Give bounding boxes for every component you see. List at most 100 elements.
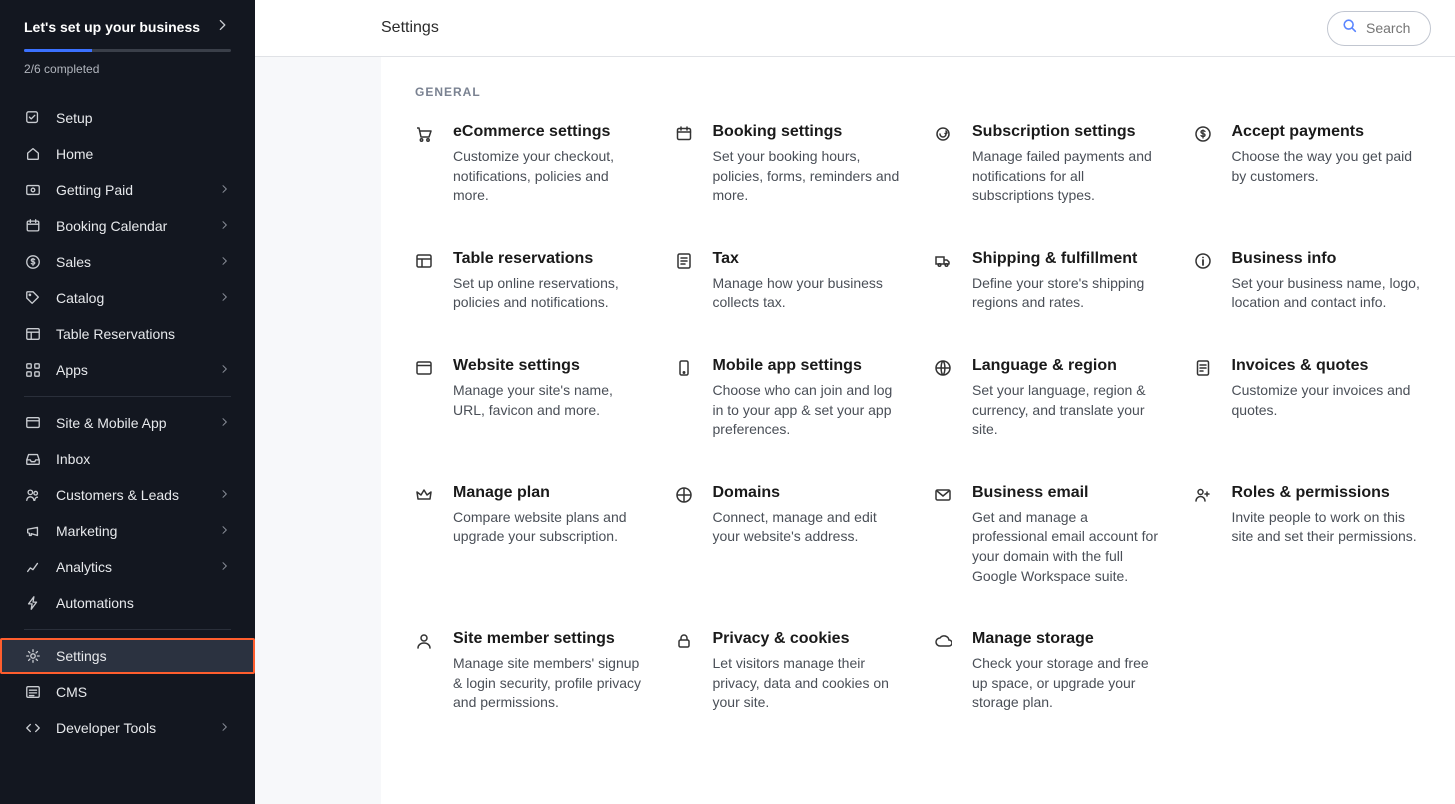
settings-card-privacy-cookies[interactable]: Privacy & cookies Let visitors manage th… bbox=[675, 630, 907, 713]
table-icon bbox=[24, 325, 42, 343]
search-icon bbox=[1342, 18, 1358, 39]
sidebar-item-getting-paid[interactable]: Getting Paid bbox=[0, 172, 255, 208]
chevron-right-icon bbox=[219, 255, 231, 270]
cloud-icon bbox=[934, 632, 954, 652]
card-description: Manage your site's name, URL, favicon an… bbox=[453, 381, 647, 420]
settings-card-website-settings[interactable]: Website settings Manage your site's name… bbox=[415, 357, 647, 440]
chevron-right-icon bbox=[219, 183, 231, 198]
card-title: Subscription settings bbox=[972, 123, 1166, 141]
sidebar-item-label: Site & Mobile App bbox=[56, 415, 167, 431]
settings-card-business-email[interactable]: Business email Get and manage a professi… bbox=[934, 484, 1166, 586]
tax-icon bbox=[675, 252, 695, 272]
chevron-right-icon bbox=[219, 524, 231, 539]
sidebar-item-developer-tools[interactable]: Developer Tools bbox=[0, 710, 255, 746]
sidebar-item-label: Setup bbox=[56, 110, 93, 126]
card-description: Let visitors manage their privacy, data … bbox=[713, 654, 907, 713]
cart-icon bbox=[415, 125, 435, 145]
card-title: Table reservations bbox=[453, 250, 647, 268]
truck-icon bbox=[934, 252, 954, 272]
chevron-right-icon bbox=[219, 219, 231, 234]
sidebar-item-customers-leads[interactable]: Customers & Leads bbox=[0, 477, 255, 513]
settings-card-roles-permissions[interactable]: Roles & permissions Invite people to wor… bbox=[1194, 484, 1426, 586]
calendar-icon bbox=[675, 125, 695, 145]
sidebar-item-inbox[interactable]: Inbox bbox=[0, 441, 255, 477]
info-icon bbox=[1194, 252, 1214, 272]
card-description: Manage failed payments and notifications… bbox=[972, 147, 1166, 206]
page-title: Settings bbox=[381, 19, 439, 37]
settings-card-manage-storage[interactable]: Manage storage Check your storage and fr… bbox=[934, 630, 1166, 713]
setup-banner[interactable]: Let's set up your business 2/6 completed bbox=[0, 0, 255, 90]
settings-card-table-reservations[interactable]: Table reservations Set up online reserva… bbox=[415, 250, 647, 313]
tag-icon bbox=[24, 289, 42, 307]
sidebar-item-site-mobile-app[interactable]: Site & Mobile App bbox=[0, 405, 255, 441]
automations-icon bbox=[24, 594, 42, 612]
chevron-right-icon bbox=[219, 416, 231, 431]
sidebar-nav: Setup Home Getting Paid Booking Calendar… bbox=[0, 90, 255, 746]
sidebar-item-marketing[interactable]: Marketing bbox=[0, 513, 255, 549]
card-title: Mobile app settings bbox=[713, 357, 907, 375]
card-title: Domains bbox=[713, 484, 907, 502]
sidebar-item-cms[interactable]: CMS bbox=[0, 674, 255, 710]
settings-card-manage-plan[interactable]: Manage plan Compare website plans and up… bbox=[415, 484, 647, 586]
sidebar-item-catalog[interactable]: Catalog bbox=[0, 280, 255, 316]
sidebar-item-label: CMS bbox=[56, 684, 87, 700]
card-description: Define your store's shipping regions and… bbox=[972, 274, 1166, 313]
table-icon bbox=[415, 252, 435, 272]
sidebar-item-label: Automations bbox=[56, 595, 134, 611]
window-icon bbox=[415, 359, 435, 379]
chevron-right-icon bbox=[219, 560, 231, 575]
sidebar-item-label: Sales bbox=[56, 254, 91, 270]
sidebar-item-automations[interactable]: Automations bbox=[0, 585, 255, 621]
sidebar-item-apps[interactable]: Apps bbox=[0, 352, 255, 388]
setup-icon bbox=[24, 109, 42, 127]
nav-divider bbox=[24, 396, 231, 397]
settings-card-site-member-settings[interactable]: Site member settings Manage site members… bbox=[415, 630, 647, 713]
sidebar-item-booking-calendar[interactable]: Booking Calendar bbox=[0, 208, 255, 244]
settings-card-accept-payments[interactable]: Accept payments Choose the way you get p… bbox=[1194, 123, 1426, 206]
card-title: Language & region bbox=[972, 357, 1166, 375]
card-title: Business email bbox=[972, 484, 1166, 502]
card-title: Shipping & fulfillment bbox=[972, 250, 1166, 268]
apps-icon bbox=[24, 361, 42, 379]
settings-card-tax[interactable]: Tax Manage how your business collects ta… bbox=[675, 250, 907, 313]
sidebar-item-sales[interactable]: Sales bbox=[0, 244, 255, 280]
settings-card-mobile-app-settings[interactable]: Mobile app settings Choose who can join … bbox=[675, 357, 907, 440]
settings-card-subscription-settings[interactable]: Subscription settings Manage failed paym… bbox=[934, 123, 1166, 206]
chevron-right-icon bbox=[215, 16, 231, 37]
settings-card-ecommerce-settings[interactable]: eCommerce settings Customize your checko… bbox=[415, 123, 647, 206]
sidebar-item-label: Marketing bbox=[56, 523, 117, 539]
card-description: Compare website plans and upgrade your s… bbox=[453, 508, 647, 547]
settings-icon bbox=[24, 647, 42, 665]
card-title: Site member settings bbox=[453, 630, 647, 648]
sidebar-item-analytics[interactable]: Analytics bbox=[0, 549, 255, 585]
sidebar-item-setup[interactable]: Setup bbox=[0, 100, 255, 136]
search-input[interactable] bbox=[1366, 20, 1416, 36]
card-description: Manage site members' signup & login secu… bbox=[453, 654, 647, 713]
crown-icon bbox=[415, 486, 435, 506]
card-title: Booking settings bbox=[713, 123, 907, 141]
search-box[interactable] bbox=[1327, 11, 1431, 46]
card-description: Customize your checkout, notifications, … bbox=[453, 147, 647, 206]
settings-card-booking-settings[interactable]: Booking settings Set your booking hours,… bbox=[675, 123, 907, 206]
settings-card-shipping-fulfillment[interactable]: Shipping & fulfillment Define your store… bbox=[934, 250, 1166, 313]
sidebar-item-home[interactable]: Home bbox=[0, 136, 255, 172]
chevron-right-icon bbox=[219, 291, 231, 306]
sidebar-item-settings[interactable]: Settings bbox=[0, 638, 255, 674]
sidebar-item-label: Apps bbox=[56, 362, 88, 378]
settings-card-domains[interactable]: Domains Connect, manage and edit your we… bbox=[675, 484, 907, 586]
content-area: GENERAL eCommerce settings Customize you… bbox=[255, 57, 1455, 804]
paid-icon bbox=[24, 181, 42, 199]
card-description: Check your storage and free up space, or… bbox=[972, 654, 1166, 713]
settings-card-invoices-quotes[interactable]: Invoices & quotes Customize your invoice… bbox=[1194, 357, 1426, 440]
sidebar-item-table-reservations[interactable]: Table Reservations bbox=[0, 316, 255, 352]
home-icon bbox=[24, 145, 42, 163]
topbar: Settings bbox=[255, 0, 1455, 57]
settings-card-business-info[interactable]: Business info Set your business name, lo… bbox=[1194, 250, 1426, 313]
card-description: Set up online reservations, policies and… bbox=[453, 274, 647, 313]
sidebar-item-label: Inbox bbox=[56, 451, 90, 467]
card-title: Accept payments bbox=[1232, 123, 1426, 141]
card-title: Invoices & quotes bbox=[1232, 357, 1426, 375]
card-title: Manage storage bbox=[972, 630, 1166, 648]
settings-card-language-region[interactable]: Language & region Set your language, reg… bbox=[934, 357, 1166, 440]
chevron-right-icon bbox=[219, 488, 231, 503]
